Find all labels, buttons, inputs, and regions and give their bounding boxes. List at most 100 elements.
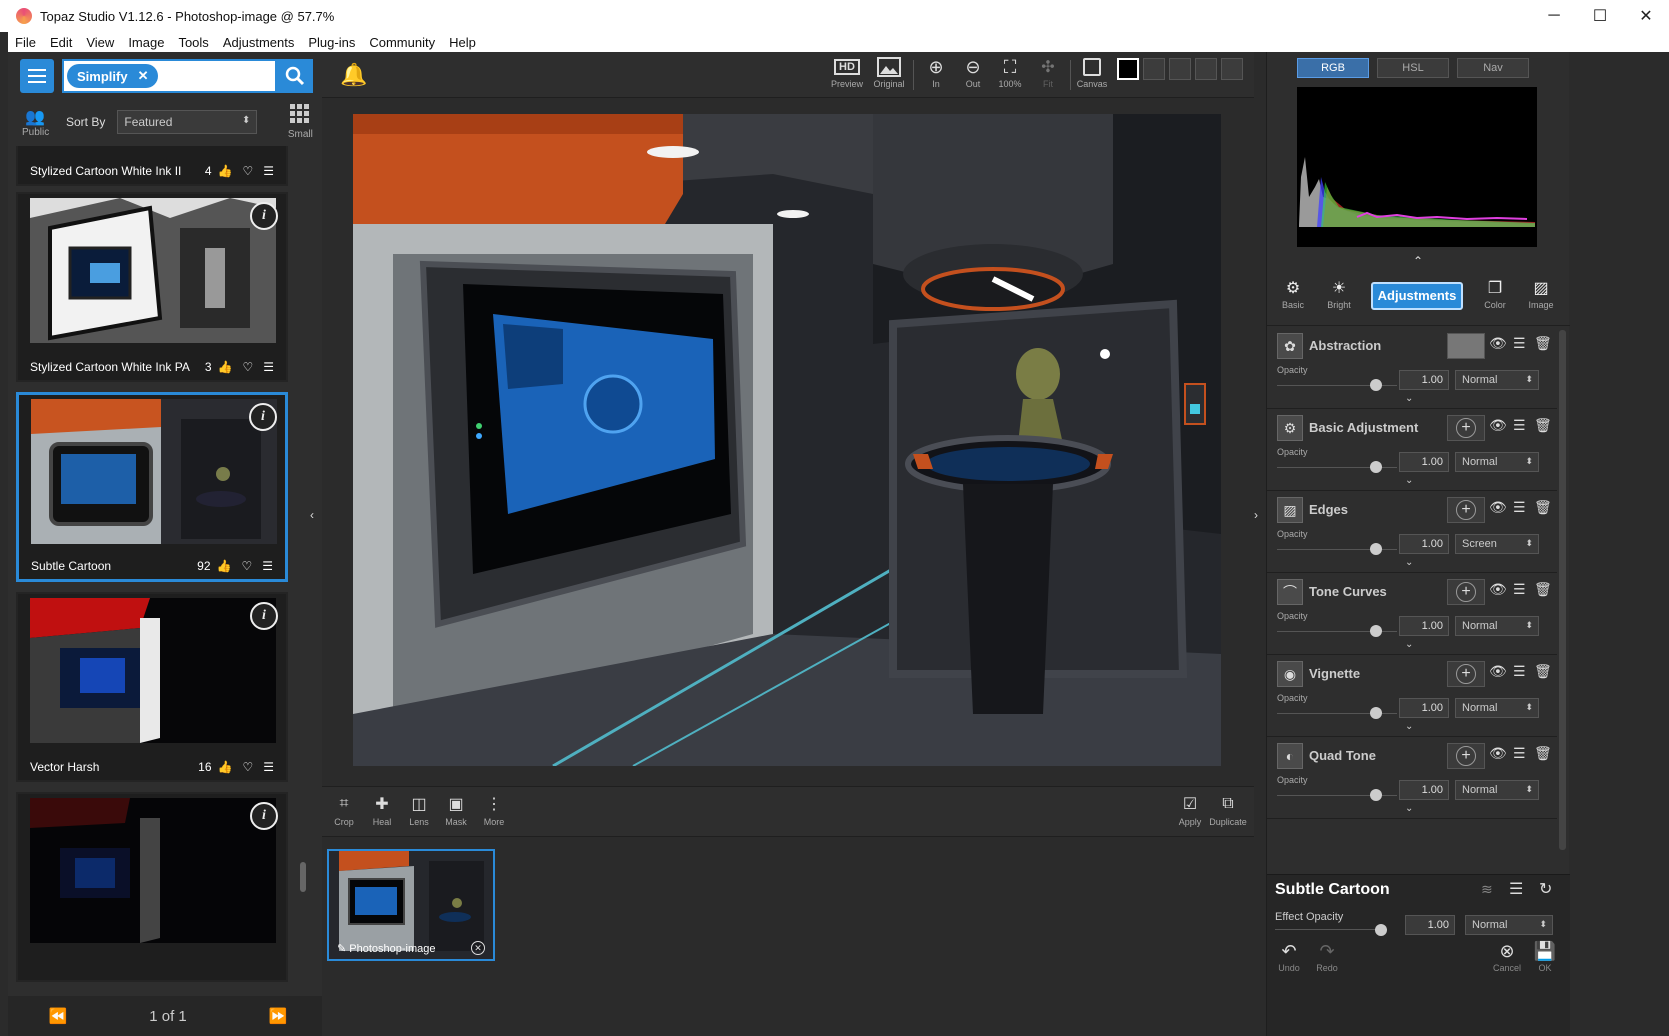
- expand-chevron-icon[interactable]: ⌄: [1405, 557, 1413, 568]
- remove-image-icon[interactable]: ✕: [471, 941, 485, 955]
- collapse-right-panel-icon[interactable]: ›: [1254, 508, 1258, 522]
- public-filter-button[interactable]: 👥 Public: [22, 107, 49, 138]
- preset-card-selected[interactable]: i Subtle Cartoon 92 👍 ♡ ☰: [16, 392, 288, 582]
- maximize-button[interactable]: ☐: [1577, 0, 1623, 32]
- heart-icon[interactable]: ♡: [242, 760, 253, 774]
- fit-button[interactable]: ✣ Fit: [1028, 55, 1068, 89]
- collapse-left-panel-icon[interactable]: ‹: [310, 508, 314, 522]
- view-single-button[interactable]: [1117, 58, 1139, 80]
- menu-edit[interactable]: Edit: [43, 35, 79, 50]
- menu-tools[interactable]: Tools: [171, 35, 215, 50]
- apply-button[interactable]: ☑ Apply: [1170, 791, 1210, 827]
- hamburger-icon[interactable]: ☰: [262, 559, 273, 573]
- next-page-icon[interactable]: ⏩: [268, 1007, 287, 1025]
- filter-name[interactable]: Abstraction: [1309, 338, 1381, 353]
- opacity-input[interactable]: 1.00: [1399, 370, 1449, 390]
- small-grid-button[interactable]: Small: [287, 104, 313, 140]
- basic-mode-button[interactable]: ⚙ Basic: [1271, 276, 1315, 310]
- opacity-input[interactable]: 1.00: [1399, 780, 1449, 800]
- view-split-horizontal-button[interactable]: [1169, 58, 1191, 80]
- hamburger-icon[interactable]: ☰: [1513, 581, 1526, 598]
- bell-icon[interactable]: 🔔: [340, 62, 367, 88]
- eye-icon[interactable]: 👁: [1489, 335, 1507, 352]
- add-mask-button[interactable]: +: [1447, 497, 1485, 523]
- filters-scrollbar[interactable]: [1559, 330, 1566, 850]
- opacity-slider-knob[interactable]: [1370, 707, 1382, 719]
- info-icon[interactable]: i: [250, 602, 278, 630]
- color-mode-button[interactable]: ❐ Color: [1473, 276, 1517, 310]
- canvas-area[interactable]: ⌄: [322, 98, 1254, 845]
- minimize-button[interactable]: ─: [1531, 0, 1577, 32]
- hamburger-icon[interactable]: ☰: [1513, 663, 1526, 680]
- zoom-100-button[interactable]: ⛶ 100%: [990, 55, 1030, 90]
- blend-mode-select[interactable]: Normal: [1455, 698, 1539, 718]
- blend-mode-select[interactable]: Normal: [1455, 616, 1539, 636]
- trash-icon[interactable]: 🗑: [1534, 581, 1552, 598]
- menu-adjustments[interactable]: Adjustments: [216, 35, 302, 50]
- menu-help[interactable]: Help: [442, 35, 483, 50]
- zoom-out-button[interactable]: ⊖ Out: [953, 55, 993, 90]
- opacity-slider-knob[interactable]: [1370, 543, 1382, 555]
- close-button[interactable]: ✕: [1623, 0, 1669, 32]
- info-icon[interactable]: i: [250, 802, 278, 830]
- layers-stack-icon[interactable]: ≋: [1481, 881, 1493, 898]
- collapse-histogram-icon[interactable]: ⌃: [1413, 254, 1423, 268]
- adjustments-mode-button[interactable]: Adjustments: [1371, 282, 1463, 310]
- view-stacked-button[interactable]: [1221, 58, 1243, 80]
- heal-button[interactable]: ✚ Heal: [362, 791, 402, 827]
- hamburger-icon[interactable]: ☰: [1513, 745, 1526, 762]
- search-button[interactable]: [277, 59, 313, 93]
- eye-icon[interactable]: 👁: [1489, 663, 1507, 680]
- tab-rgb[interactable]: RGB: [1297, 58, 1369, 78]
- menu-image[interactable]: Image: [121, 35, 171, 50]
- add-mask-button[interactable]: +: [1447, 415, 1485, 441]
- canvas-button[interactable]: Canvas: [1072, 55, 1112, 89]
- chip-close-icon[interactable]: ✕: [138, 68, 149, 84]
- trash-icon[interactable]: 🗑: [1534, 745, 1552, 762]
- view-side-by-side-button[interactable]: [1195, 58, 1217, 80]
- filter-name[interactable]: Vignette: [1309, 666, 1360, 681]
- sort-select[interactable]: Featured: [117, 110, 258, 134]
- effect-blend-select[interactable]: Normal: [1465, 915, 1553, 935]
- trash-icon[interactable]: 🗑: [1534, 417, 1552, 434]
- menu-view[interactable]: View: [79, 35, 121, 50]
- add-mask-button[interactable]: +: [1447, 743, 1485, 769]
- hamburger-icon[interactable]: ☰: [263, 164, 274, 178]
- trash-icon[interactable]: 🗑: [1534, 499, 1552, 516]
- preset-scrollbar[interactable]: [300, 862, 306, 892]
- heart-icon[interactable]: ♡: [241, 559, 252, 573]
- eye-icon[interactable]: 👁: [1489, 581, 1507, 598]
- expand-chevron-icon[interactable]: ⌄: [1405, 721, 1413, 732]
- search-input[interactable]: Simplify ✕: [62, 59, 277, 93]
- view-split-vertical-button[interactable]: [1143, 58, 1165, 80]
- add-mask-button[interactable]: +: [1447, 579, 1485, 605]
- opacity-input[interactable]: 1.00: [1399, 534, 1449, 554]
- more-button[interactable]: ⋮ More: [474, 791, 514, 827]
- filter-color-swatch[interactable]: [1447, 333, 1485, 359]
- opacity-slider-knob[interactable]: [1370, 379, 1382, 391]
- undo-button[interactable]: ↶ Undo: [1269, 941, 1309, 973]
- hamburger-icon[interactable]: ☰: [1513, 335, 1526, 352]
- heart-icon[interactable]: ♡: [242, 360, 253, 374]
- lens-button[interactable]: ◫ Lens: [399, 791, 439, 827]
- opacity-input[interactable]: 1.00: [1399, 698, 1449, 718]
- blend-mode-select[interactable]: Screen: [1455, 534, 1539, 554]
- opacity-slider-knob[interactable]: [1370, 461, 1382, 473]
- blend-mode-select[interactable]: Normal: [1455, 780, 1539, 800]
- expand-chevron-icon[interactable]: ⌄: [1405, 639, 1413, 650]
- menu-plugins[interactable]: Plug-ins: [301, 35, 362, 50]
- opacity-slider-knob[interactable]: [1370, 789, 1382, 801]
- info-icon[interactable]: i: [250, 202, 278, 230]
- thumbs-up-icon[interactable]: 👍: [218, 164, 233, 178]
- reset-icon[interactable]: ↻: [1539, 879, 1552, 899]
- blend-mode-select[interactable]: Normal: [1455, 452, 1539, 472]
- expand-chevron-icon[interactable]: ⌄: [1405, 393, 1413, 404]
- original-button[interactable]: Original: [869, 55, 909, 89]
- filter-name[interactable]: Basic Adjustment: [1309, 420, 1418, 435]
- prev-page-icon[interactable]: ⏪: [49, 1007, 68, 1025]
- redo-button[interactable]: ↷ Redo: [1307, 941, 1347, 973]
- crop-button[interactable]: ⌗ Crop: [324, 791, 364, 827]
- eye-icon[interactable]: 👁: [1489, 417, 1507, 434]
- preset-card[interactable]: i Stylized Cartoon White Ink PA 3 👍 ♡ ☰: [16, 192, 288, 382]
- cancel-button[interactable]: ⊗ Cancel: [1487, 941, 1527, 973]
